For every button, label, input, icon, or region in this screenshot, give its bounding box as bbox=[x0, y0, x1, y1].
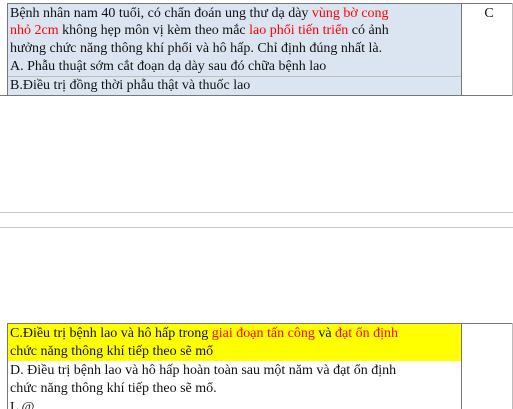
question-line-2-end: có ảnh bbox=[348, 23, 389, 38]
option-c-red-text: giai đoạn tấn công bbox=[211, 326, 315, 341]
question-line-3: hưởng chức năng thông khí phổi và hô hấp… bbox=[10, 41, 383, 56]
option-c-red-text: đạt ổn định bbox=[335, 326, 399, 341]
question-line-1: Bệnh nhân nam 40 tuổi, có chẩn đoán ung … bbox=[10, 6, 389, 22]
option-d-line-1: D. Điều trị bệnh lao và hô hấp hoàn toàn… bbox=[10, 363, 397, 378]
option-c-line-2: chức năng thông khí tiếp theo sẽ mổ bbox=[10, 344, 214, 359]
answer-cell: C bbox=[484, 6, 494, 21]
option-b: B.Điều trị đồng thời phẫu thật và thuốc … bbox=[10, 78, 251, 92]
partial-next-line: L @ bbox=[10, 400, 35, 409]
question-line-1-text: Bệnh nhân nam 40 tuổi, có chẩn đoán ung … bbox=[10, 6, 312, 21]
option-d-line-2: chức năng thông khí tiếp theo sẽ mổ. bbox=[10, 381, 217, 396]
table-column-divider bbox=[461, 3, 462, 96]
question-highlight-red: lao phổi tiến triển bbox=[249, 23, 349, 38]
table-border-left bbox=[7, 3, 8, 96]
table-row-divider bbox=[8, 76, 461, 77]
question-line-2: nhỏ 2cm không hẹp môn vị kèm theo mắc la… bbox=[10, 23, 389, 39]
table-border-top bbox=[8, 3, 513, 4]
option-a: A. Phẫu thuật sớm cắt đoạn dạ dày sau đó… bbox=[10, 59, 327, 74]
continued-table-divider bbox=[461, 323, 462, 409]
question-line-2-text: không hẹp môn vị kèm theo mắc bbox=[58, 23, 250, 38]
option-c-text: và bbox=[314, 326, 336, 341]
question-highlight-red: vùng bờ cong bbox=[311, 6, 389, 21]
page-break-line bbox=[0, 227, 513, 228]
question-highlight-red: nhỏ 2cm bbox=[10, 23, 59, 38]
option-c-text: C.Điều trị bệnh lao và hô hấp trong bbox=[10, 326, 212, 341]
table-border-bottom bbox=[0, 95, 513, 96]
option-c-line-1: C.Điều trị bệnh lao và hô hấp trong giai… bbox=[10, 326, 398, 342]
page-break-line bbox=[0, 212, 513, 213]
